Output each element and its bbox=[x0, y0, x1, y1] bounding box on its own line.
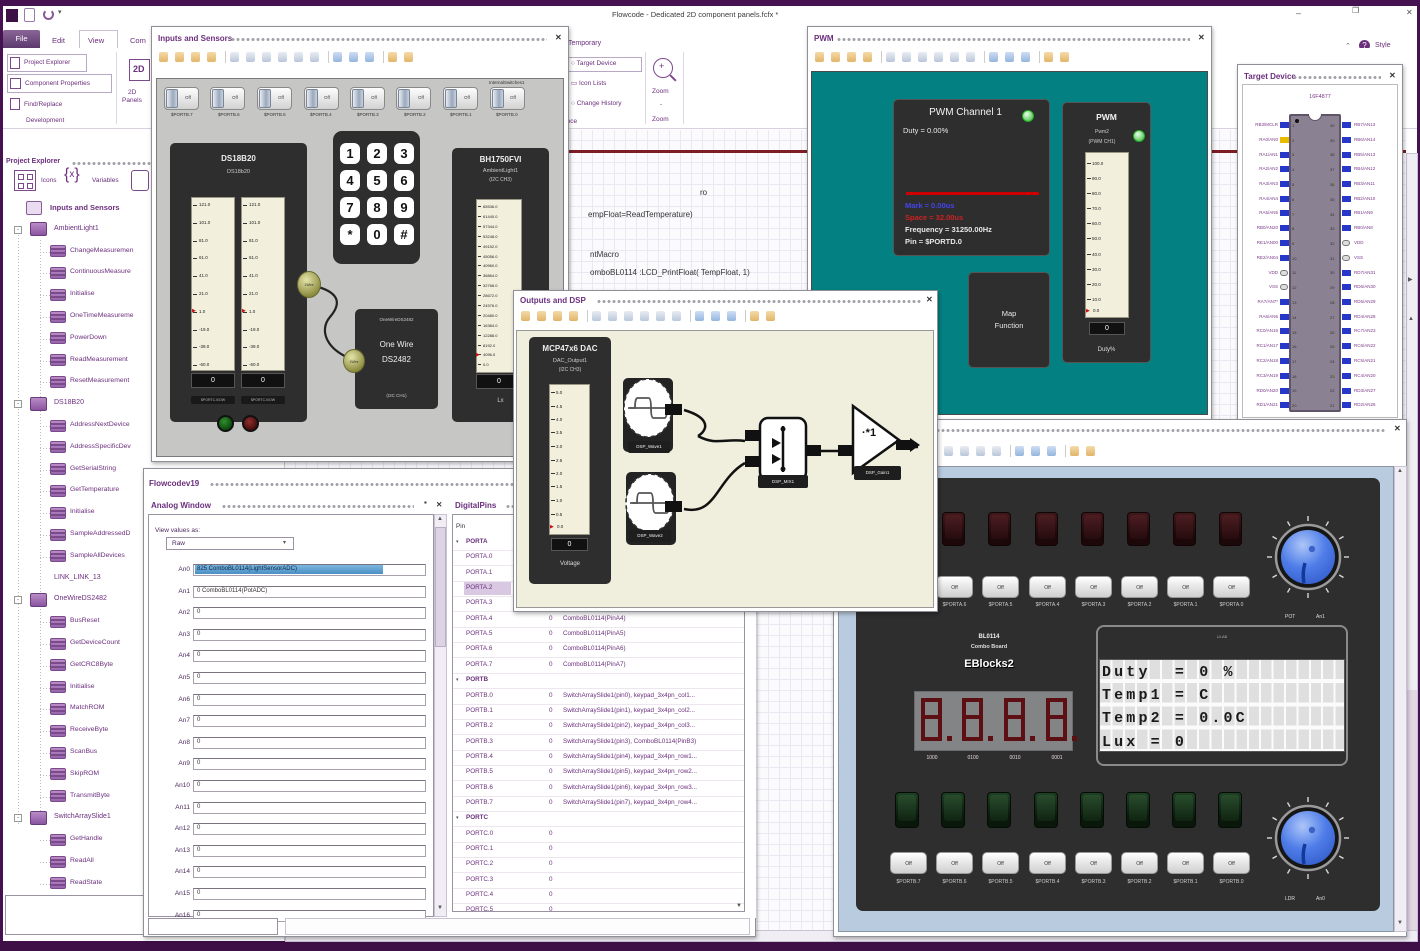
svg-text:·*1: ·*1 bbox=[862, 427, 876, 439]
